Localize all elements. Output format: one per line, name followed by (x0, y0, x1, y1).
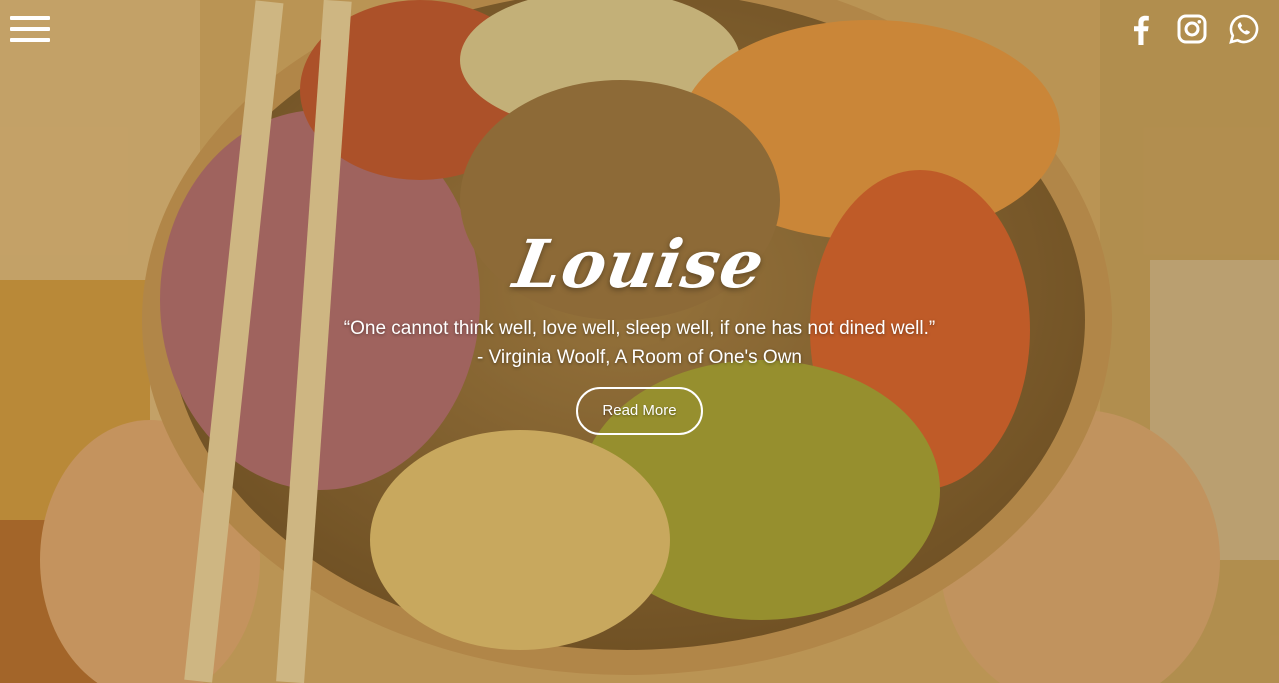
instagram-icon[interactable] (1177, 13, 1207, 45)
read-more-button[interactable]: Read More (576, 387, 703, 436)
menu-bar (10, 27, 50, 31)
hero-content: Louise “One cannot think well, love well… (0, 225, 1279, 436)
social-links (1125, 13, 1259, 46)
quote-text: “One cannot think well, love well, sleep… (343, 318, 936, 340)
hero-quote: “One cannot think well, love well, sleep… (0, 314, 1279, 372)
hamburger-menu-icon[interactable] (10, 16, 50, 44)
quote-attribution: - Virginia Woolf, A Room of One's Own (476, 347, 802, 369)
menu-bar (10, 16, 50, 20)
facebook-icon[interactable] (1125, 13, 1155, 46)
menu-bar (10, 38, 50, 42)
brand-logo: Louise (508, 225, 771, 303)
whatsapp-icon[interactable] (1229, 13, 1259, 45)
